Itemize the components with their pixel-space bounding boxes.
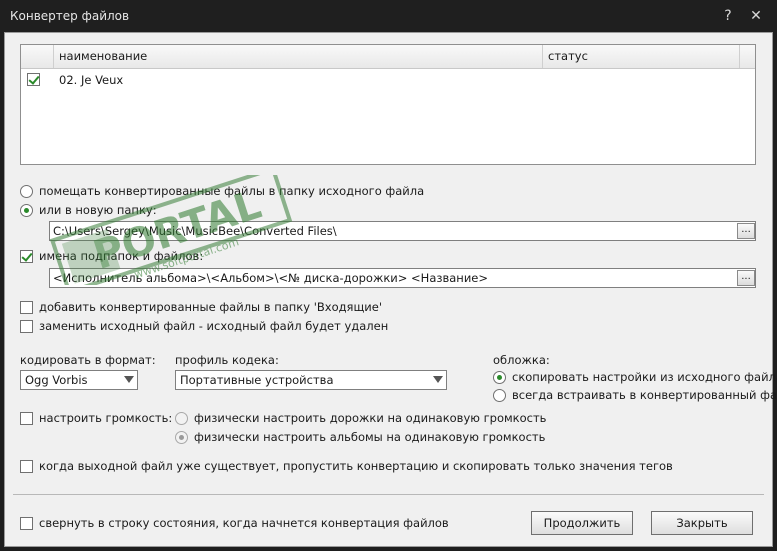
row-file-name: 02. Je Veux (59, 73, 124, 87)
skip-existing-label: когда выходной файл уже существует, проп… (39, 459, 673, 473)
browse-folder-button[interactable]: ... (737, 223, 755, 239)
profile-select[interactable]: Портативные устройства (175, 370, 447, 390)
volume-tracks-radio[interactable] (175, 411, 188, 425)
volume-albums-radio[interactable] (175, 430, 188, 444)
profile-label: профиль кодека: (175, 353, 279, 367)
add-to-inbox-label: добавить конвертированные файлы в папку … (39, 300, 383, 314)
format-value: Ogg Vorbis (25, 373, 88, 387)
subfolders-label: имена подпапок и файлов: (39, 249, 204, 263)
check-column-header[interactable] (21, 45, 54, 68)
title-bar: Конвертер файлов ? ✕ (0, 0, 777, 32)
column-status-header[interactable]: статус (543, 45, 740, 68)
file-list[interactable]: наименование статус 02. Je Veux (20, 44, 756, 165)
new-folder-path-field[interactable] (49, 221, 756, 241)
window-title: Конвертер файлов (10, 9, 130, 23)
divider (13, 494, 764, 495)
list-header: наименование статус (21, 45, 755, 69)
subfolders-pattern-input[interactable] (50, 269, 720, 287)
add-to-inbox-option[interactable]: добавить конвертированные файлы в папку … (20, 299, 382, 315)
volume-albums-option[interactable]: физически настроить альбомы на одинакову… (175, 429, 545, 445)
minimize-checkbox[interactable] (20, 516, 33, 530)
volume-albums-label: физически настроить альбомы на одинакову… (194, 430, 546, 444)
dialog-body: наименование статус 02. Je Veux помещать… (4, 32, 777, 547)
cover-copy-radio[interactable] (493, 370, 506, 384)
minimize-label: свернуть в строку состояния, когда начне… (39, 516, 449, 530)
replace-source-label: заменить исходный файл - исходный файл б… (39, 319, 389, 333)
replace-source-option[interactable]: заменить исходный файл - исходный файл б… (20, 318, 388, 334)
new-folder-path-input[interactable] (50, 222, 720, 240)
close-button[interactable]: Закрыть (651, 511, 753, 535)
help-button[interactable]: ? (717, 5, 739, 27)
source-folder-label: помещать конвертированные файлы в папку … (39, 184, 425, 198)
cover-copy-label: скопировать настройки из исходного файла (512, 370, 777, 384)
continue-button[interactable]: Продолжить (531, 511, 633, 535)
new-folder-radio[interactable] (20, 203, 33, 217)
chevron-down-icon (124, 376, 134, 383)
cover-embed-radio[interactable] (493, 388, 506, 402)
minimize-option[interactable]: свернуть в строку состояния, когда начне… (20, 515, 449, 531)
cover-embed-label: всегда встраивать в конвертированный фай… (512, 388, 777, 402)
source-folder-radio[interactable] (20, 184, 33, 198)
volume-label: настроить громкость: (39, 411, 173, 425)
subfolders-pattern-field[interactable] (49, 268, 756, 288)
volume-checkbox[interactable] (20, 411, 33, 425)
subfolders-option[interactable]: имена подпапок и файлов: (20, 248, 203, 264)
new-folder-option[interactable]: или в новую папку: (20, 202, 157, 218)
skip-existing-checkbox[interactable] (20, 459, 33, 473)
subfolders-checkbox[interactable] (20, 249, 33, 263)
cover-label: обложка: (493, 353, 550, 367)
row-checkbox[interactable] (27, 73, 40, 86)
add-to-inbox-checkbox[interactable] (20, 300, 33, 314)
volume-tracks-label: физически настроить дорожки на одинакову… (194, 411, 547, 425)
column-name-header[interactable]: наименование (54, 45, 543, 68)
new-folder-label: или в новую папку: (39, 203, 157, 217)
volume-option[interactable]: настроить громкость: (20, 410, 172, 426)
cover-embed-option[interactable]: всегда встраивать в конвертированный фай… (493, 387, 777, 403)
chevron-down-icon (433, 376, 443, 383)
skip-existing-option[interactable]: когда выходной файл уже существует, проп… (20, 458, 673, 474)
volume-tracks-option[interactable]: физически настроить дорожки на одинакову… (175, 410, 546, 426)
format-select[interactable]: Ogg Vorbis (20, 370, 138, 390)
format-label: кодировать в формат: (20, 353, 156, 367)
replace-source-checkbox[interactable] (20, 319, 33, 333)
profile-value: Портативные устройства (180, 373, 334, 387)
cover-copy-option[interactable]: скопировать настройки из исходного файла (493, 369, 777, 385)
browse-pattern-button[interactable]: ... (737, 270, 755, 286)
source-folder-option[interactable]: помещать конвертированные файлы в папку … (20, 183, 424, 199)
table-row[interactable]: 02. Je Veux (21, 70, 755, 90)
header-spacer (740, 45, 755, 68)
close-icon[interactable]: ✕ (745, 5, 767, 27)
